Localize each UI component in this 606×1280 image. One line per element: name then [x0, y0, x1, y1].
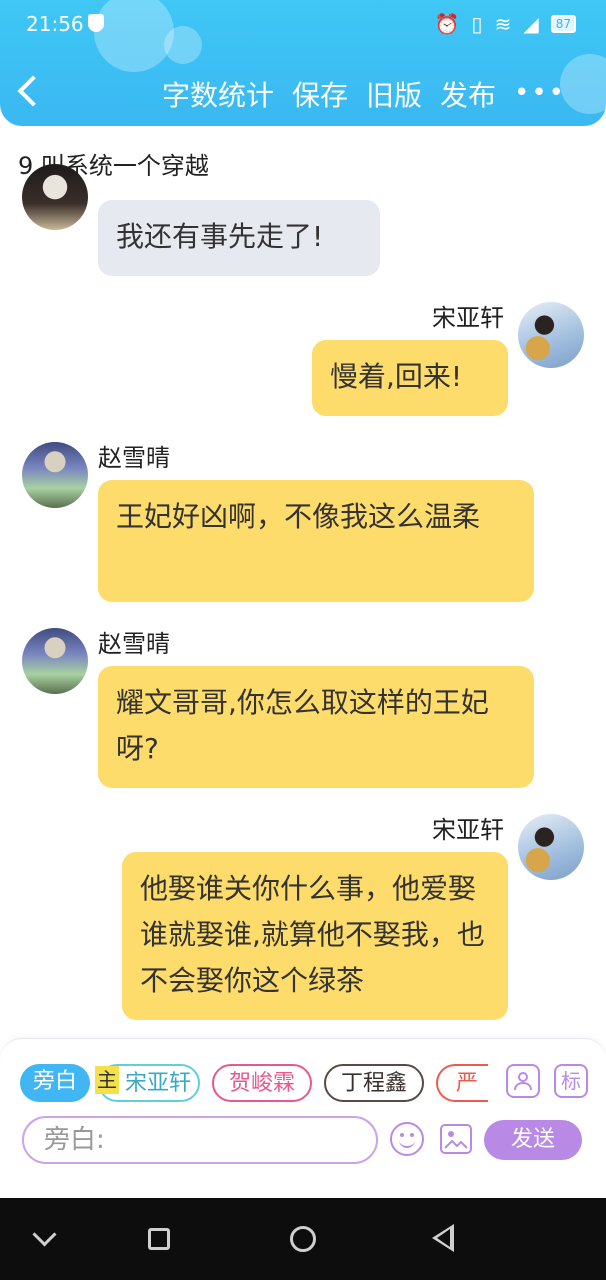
avatar[interactable] [22, 628, 88, 694]
avatar[interactable] [518, 814, 584, 880]
alarm-icon: ⏰ [434, 12, 460, 36]
speaker-name: 宋亚轩 [432, 304, 504, 332]
publish-button[interactable]: 发布 [440, 74, 496, 114]
role-chip-narration[interactable]: 旁白 [20, 1064, 90, 1102]
more-icon[interactable]: ••• [514, 78, 566, 108]
status-bar: 21:56 ⏰ ▯ ≋ ◢ 87 [0, 8, 606, 38]
message-bubble[interactable]: 耀文哥哥,你怎么取这样的王妃呀? [98, 666, 534, 788]
avatar[interactable] [22, 442, 88, 508]
role-chip-label: 宋亚轩 [124, 1071, 191, 1096]
message-bubble[interactable]: 王妃好凶啊，不像我这么温柔 [98, 480, 534, 602]
speaker-name: 赵雪晴 [98, 630, 170, 658]
role-chip-ding-chengxin[interactable]: 丁程鑫 [324, 1064, 424, 1102]
emoji-icon[interactable] [390, 1122, 424, 1156]
collapse-icon[interactable] [32, 1222, 57, 1247]
decor-bubble [560, 54, 606, 114]
wifi-icon: ≋ [494, 12, 512, 36]
image-icon[interactable] [440, 1124, 472, 1154]
shield-icon [88, 14, 104, 32]
vibrate-icon: ▯ [471, 12, 483, 36]
header-bar: 21:56 ⏰ ▯ ≋ ◢ 87 字数统计 保存 旧版 发布 ••• [0, 0, 606, 126]
message-bubble[interactable]: 我还有事先走了! [98, 200, 380, 276]
system-nav-bar [0, 1198, 606, 1280]
main-role-badge: 主 [95, 1066, 119, 1094]
speaker-name: 宋亚轩 [432, 816, 504, 844]
avatar[interactable] [22, 164, 88, 230]
message-bubble[interactable]: 慢着,回来! [312, 340, 508, 416]
save-button[interactable]: 保存 [292, 74, 348, 114]
home-icon[interactable] [290, 1226, 316, 1252]
speaker-name: 赵雪晴 [98, 444, 170, 472]
signal-icon: ◢ [523, 12, 539, 36]
recents-icon[interactable] [148, 1228, 170, 1250]
send-button[interactable]: 发送 [484, 1120, 582, 1160]
role-chip-he-junlin[interactable]: 贺峻霖 [212, 1064, 312, 1102]
status-time: 21:56 [26, 12, 84, 36]
avatar[interactable] [518, 302, 584, 368]
message-bubble[interactable]: 他娶谁关你什么事，他爱娶谁就娶谁,就算他不娶我，也不会娶你这个绿茶 [122, 852, 508, 1020]
message-input[interactable]: 旁白: [22, 1116, 378, 1164]
old-version-button[interactable]: 旧版 [366, 74, 422, 114]
back-icon[interactable] [432, 1224, 454, 1252]
role-chip-yan-hao[interactable]: 严浩 [436, 1064, 488, 1102]
person-icon[interactable] [506, 1064, 540, 1098]
header-actions: 字数统计 保存 旧版 发布 [162, 74, 496, 114]
status-icons: ⏰ ▯ ≋ ◢ 87 [435, 12, 576, 36]
word-count-button[interactable]: 字数统计 [162, 74, 274, 114]
back-arrow-icon[interactable] [17, 75, 49, 107]
mark-icon[interactable]: 标 [554, 1064, 588, 1098]
battery-icon: 87 [550, 15, 576, 33]
